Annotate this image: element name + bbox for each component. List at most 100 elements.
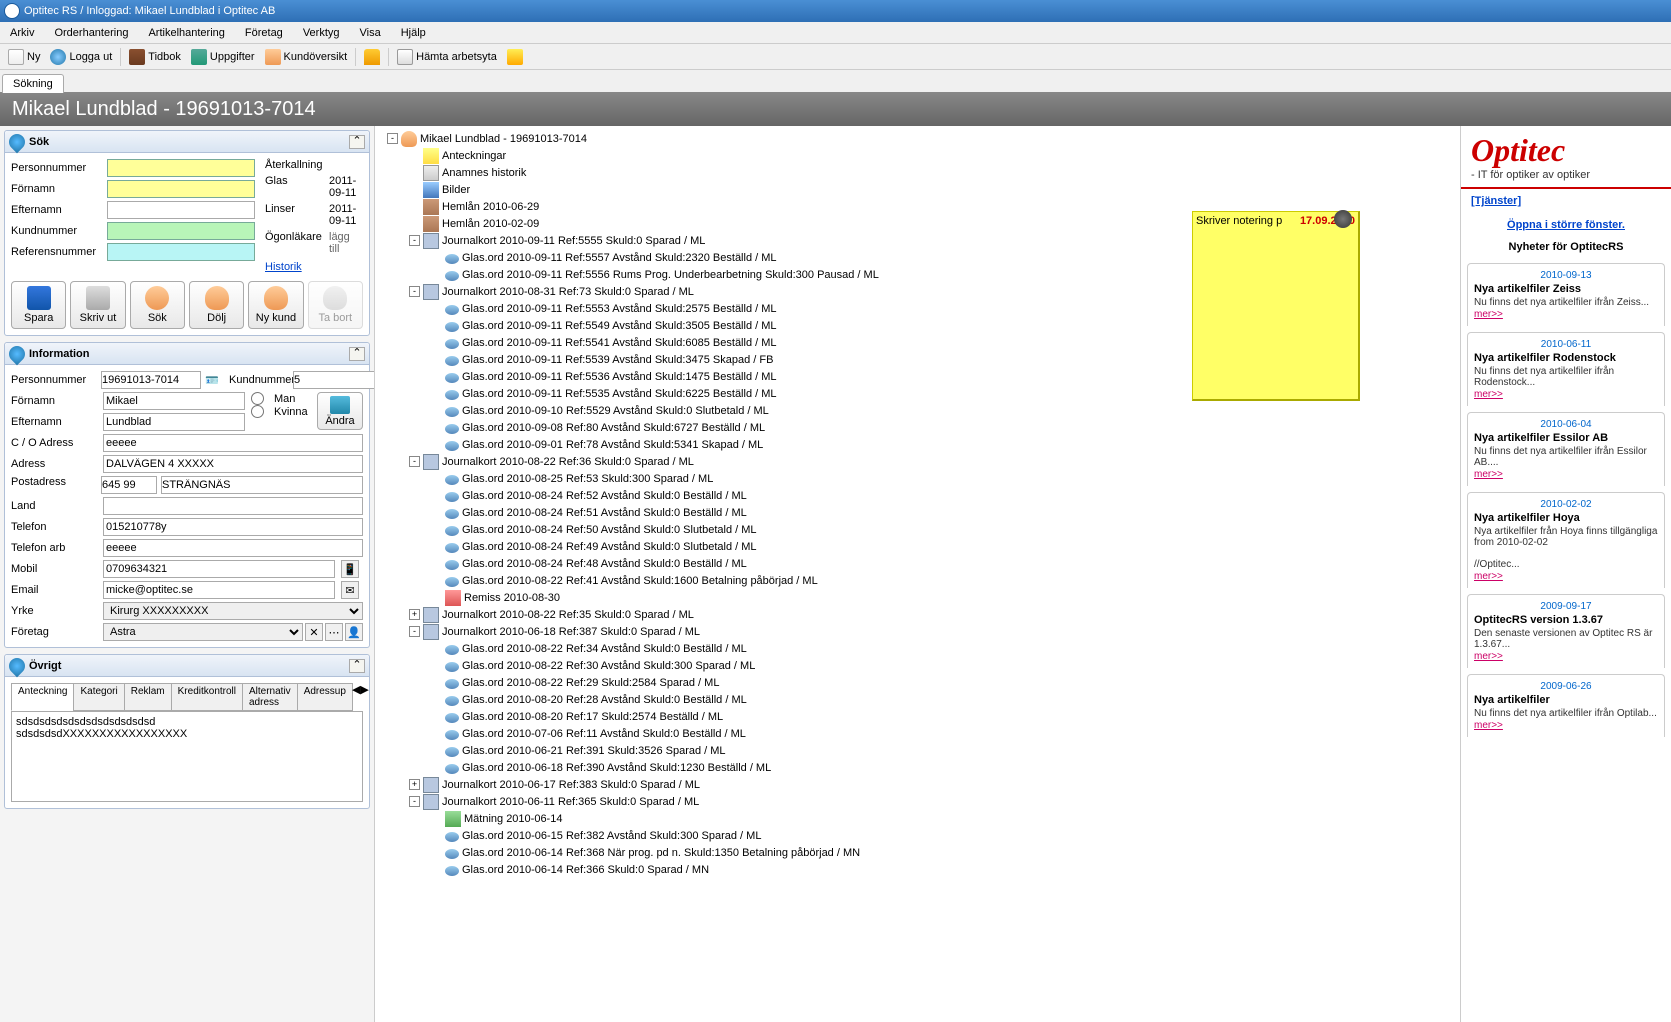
mobile-action-button[interactable]: 📱 <box>341 560 359 578</box>
news-more-link[interactable]: mer>> <box>1474 720 1503 731</box>
tree-node[interactable]: Glas.ord 2010-06-18 Ref:390 Avstånd Skul… <box>379 759 1456 776</box>
id-lookup-button[interactable]: 🪪 <box>205 374 225 387</box>
ovrigt-tab-alternativ-adress[interactable]: Alternativ adress <box>242 683 298 711</box>
tree-node[interactable]: Glas.ord 2010-08-22 Ref:41 Avstånd Skuld… <box>379 572 1456 589</box>
tree-node[interactable]: Glas.ord 2010-06-15 Ref:382 Avstånd Skul… <box>379 827 1456 844</box>
company-btn1[interactable]: ✕ <box>305 623 323 641</box>
tree-node[interactable]: Remiss 2010-08-30 <box>379 589 1456 606</box>
ovrigt-tab-kategori[interactable]: Kategori <box>73 683 124 711</box>
info-land[interactable] <box>103 497 363 515</box>
tree-node[interactable]: Glas.ord 2010-08-24 Ref:49 Avstånd Skuld… <box>379 538 1456 555</box>
sticky-pin-icon[interactable] <box>1334 210 1352 228</box>
tree-node[interactable]: -Mikael Lundblad - 19691013-7014 <box>379 130 1456 147</box>
recall-ogon-add[interactable]: lägg till <box>329 231 363 255</box>
tool-warn[interactable] <box>503 46 527 68</box>
tree-node[interactable]: Glas.ord 2010-09-01 Ref:78 Avstånd Skuld… <box>379 436 1456 453</box>
tab-sokning[interactable]: Sökning <box>2 74 64 93</box>
spara-button[interactable]: Spara <box>11 281 66 329</box>
tree-node[interactable]: Glas.ord 2010-08-24 Ref:52 Avstånd Skuld… <box>379 487 1456 504</box>
tree-node[interactable]: Anamnes historik <box>379 164 1456 181</box>
sok-button[interactable]: Sök <box>130 281 185 329</box>
input-kundnummer[interactable] <box>107 222 255 240</box>
input-referensnummer[interactable] <box>107 243 255 261</box>
tree-node[interactable]: Mätning 2010-06-14 <box>379 810 1456 827</box>
collapse-button[interactable]: ⌃ <box>349 659 365 673</box>
input-efternamn[interactable] <box>107 201 255 219</box>
tool-tidbok[interactable]: Tidbok <box>125 46 185 68</box>
expand-button[interactable]: - <box>387 133 398 144</box>
tool-kundöversikt[interactable]: Kundöversikt <box>261 46 352 68</box>
tree-node[interactable]: Glas.ord 2010-06-14 Ref:368 När prog. pd… <box>379 844 1456 861</box>
tjanster-link[interactable]: [Tjänster] <box>1461 189 1671 213</box>
info-foretag[interactable]: Astra <box>103 623 303 641</box>
collapse-button[interactable]: ⌃ <box>349 135 365 149</box>
menu-hjälp[interactable]: Hjälp <box>391 27 436 39</box>
expand-button[interactable]: - <box>409 796 420 807</box>
tree-node[interactable]: Glas.ord 2010-08-22 Ref:34 Avstånd Skuld… <box>379 640 1456 657</box>
historik-link[interactable]: Historik <box>265 261 302 273</box>
oppna-link[interactable]: Öppna i större fönster. <box>1461 213 1671 237</box>
collapse-button[interactable]: ⌃ <box>349 347 365 361</box>
info-en[interactable] <box>103 413 245 431</box>
tree-node[interactable]: -Journalkort 2010-08-22 Ref:36 Skuld:0 S… <box>379 453 1456 470</box>
tree-node[interactable]: -Journalkort 2010-06-11 Ref:365 Skuld:0 … <box>379 793 1456 810</box>
tab-scroll[interactable]: ◀ <box>352 683 360 711</box>
tool-lock[interactable] <box>360 46 384 68</box>
tree-node[interactable]: Glas.ord 2010-08-22 Ref:30 Avstånd Skuld… <box>379 657 1456 674</box>
expand-button[interactable]: + <box>409 779 420 790</box>
info-email[interactable] <box>103 581 335 599</box>
tree-node[interactable]: Glas.ord 2010-08-25 Ref:53 Skuld:300 Spa… <box>379 470 1456 487</box>
menu-arkiv[interactable]: Arkiv <box>0 27 44 39</box>
tree-node[interactable]: +Journalkort 2010-06-17 Ref:383 Skuld:0 … <box>379 776 1456 793</box>
ovrigt-tab-adressup[interactable]: Adressup <box>297 683 353 711</box>
tree-node[interactable]: Glas.ord 2010-08-24 Ref:51 Avstånd Skuld… <box>379 504 1456 521</box>
tree-node[interactable]: Glas.ord 2010-08-22 Ref:29 Skuld:2584 Sp… <box>379 674 1456 691</box>
tree-node[interactable]: -Journalkort 2010-06-18 Ref:387 Skuld:0 … <box>379 623 1456 640</box>
input-fornamn[interactable] <box>107 180 255 198</box>
menu-orderhantering[interactable]: Orderhantering <box>44 27 138 39</box>
skrivut-button[interactable]: Skriv ut <box>70 281 125 329</box>
ovrigt-tab-anteckning[interactable]: Anteckning <box>11 683 74 711</box>
nykund-button[interactable]: Ny kund <box>248 281 303 329</box>
info-post2[interactable] <box>161 476 363 494</box>
news-more-link[interactable]: mer>> <box>1474 309 1503 320</box>
menu-visa[interactable]: Visa <box>350 27 391 39</box>
info-co[interactable] <box>103 434 363 452</box>
sticky-note[interactable]: Skriver notering p 17.09.2010 <box>1192 211 1360 401</box>
tree-node[interactable]: Glas.ord 2010-08-24 Ref:48 Avstånd Skuld… <box>379 555 1456 572</box>
company-btn3[interactable]: 👤 <box>345 623 363 641</box>
tool-logga-ut[interactable]: Logga ut <box>46 46 116 68</box>
tree-node[interactable]: +Journalkort 2010-08-22 Ref:35 Skuld:0 S… <box>379 606 1456 623</box>
dolj-button[interactable]: Dölj <box>189 281 244 329</box>
expand-button[interactable]: - <box>409 456 420 467</box>
tree-node[interactable]: Bilder <box>379 181 1456 198</box>
andra-button[interactable]: Ändra <box>317 392 363 430</box>
info-kn[interactable] <box>293 371 374 389</box>
tree-node[interactable]: Glas.ord 2010-06-14 Ref:366 Skuld:0 Spar… <box>379 861 1456 878</box>
info-pn[interactable] <box>101 371 201 389</box>
radio-kvinna[interactable] <box>251 405 264 418</box>
news-more-link[interactable]: mer>> <box>1474 389 1503 400</box>
ovrigt-tab-kreditkontroll[interactable]: Kreditkontroll <box>171 683 243 711</box>
info-tel[interactable] <box>103 518 363 536</box>
info-adr[interactable] <box>103 455 363 473</box>
tree-node[interactable]: Anteckningar <box>379 147 1456 164</box>
info-mobil[interactable] <box>103 560 335 578</box>
anteckning-text[interactable]: sdsdsdsdsdsdsdsdsdsdsdsd sdsdsdsdXXXXXXX… <box>11 712 363 802</box>
expand-button[interactable]: - <box>409 626 420 637</box>
tool-uppgifter[interactable]: Uppgifter <box>187 46 259 68</box>
company-btn2[interactable]: ⋯ <box>325 623 343 641</box>
news-more-link[interactable]: mer>> <box>1474 651 1503 662</box>
tree-node[interactable]: Glas.ord 2010-08-20 Ref:28 Avstånd Skuld… <box>379 691 1456 708</box>
expand-button[interactable]: - <box>409 235 420 246</box>
tree-node[interactable]: Glas.ord 2010-08-24 Ref:50 Avstånd Skuld… <box>379 521 1456 538</box>
tool-hämta-arbetsyta[interactable]: Hämta arbetsyta <box>393 46 501 68</box>
tree-node[interactable]: Glas.ord 2010-09-10 Ref:5529 Avstånd Sku… <box>379 402 1456 419</box>
menu-verktyg[interactable]: Verktyg <box>293 27 350 39</box>
ovrigt-tab-reklam[interactable]: Reklam <box>124 683 172 711</box>
tab-scroll[interactable]: ▶ <box>360 683 368 711</box>
menu-företag[interactable]: Företag <box>235 27 293 39</box>
news-more-link[interactable]: mer>> <box>1474 571 1503 582</box>
info-yrke[interactable]: Kirurg XXXXXXXXX <box>103 602 363 620</box>
email-action-button[interactable]: ✉ <box>341 581 359 599</box>
